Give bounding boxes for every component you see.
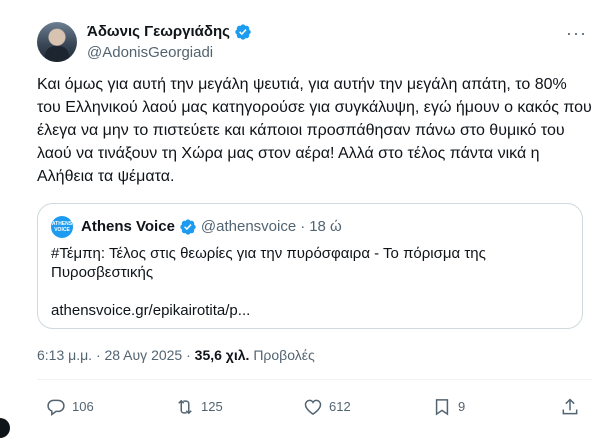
- retweet-button[interactable]: 125: [175, 397, 223, 417]
- like-icon: [304, 399, 322, 415]
- retweet-icon: [178, 399, 192, 415]
- author-handle[interactable]: @AdonisGeorgiadi: [87, 43, 213, 63]
- verified-badge-icon: [235, 24, 251, 40]
- quoted-display-name[interactable]: Athens Voice: [81, 217, 175, 237]
- avatar[interactable]: [37, 22, 77, 62]
- quoted-separator: ·: [300, 218, 306, 235]
- quoted-avatar-text-2: VOICE: [54, 227, 70, 233]
- quoted-timestamp[interactable]: 18 ώ: [309, 217, 342, 237]
- retweet-count: 125: [201, 399, 223, 414]
- corner-artifact: [0, 418, 10, 438]
- quoted-header: Athens Voice @athensvoice · 18 ώ: [81, 217, 342, 237]
- bookmark-button[interactable]: 9: [432, 397, 465, 417]
- reply-icon: [47, 399, 65, 416]
- quoted-handle[interactable]: @athensvoice: [201, 217, 296, 237]
- more-icon[interactable]: ···: [566, 24, 587, 42]
- divider: [37, 379, 592, 380]
- quoted-avatar[interactable]: ATHENS VOICE: [51, 216, 73, 238]
- author-name-row: Άδωνις Γεωργιάδης: [87, 22, 252, 42]
- quoted-tweet[interactable]: ATHENS VOICE Athens Voice @athensvoice ·…: [37, 203, 583, 329]
- tweet: Άδωνις Γεωργιάδης @AdonisGeorgiadi ··· Κ…: [0, 0, 611, 438]
- reply-button[interactable]: 106: [46, 397, 94, 417]
- like-button[interactable]: 612: [303, 397, 351, 417]
- tweet-meta: 6:13 μ.μ. · 28 Αυγ 2025 · 35,6 χιλ. Προβ…: [37, 346, 315, 364]
- views-label: Προβολές: [253, 347, 315, 363]
- views-count: 35,6 χιλ.: [194, 347, 250, 363]
- quoted-text: #Τέμπη: Τέλος στις θεωρίες για την πυρόσ…: [51, 245, 486, 281]
- verified-badge-icon: [180, 219, 196, 235]
- share-icon: [562, 398, 578, 415]
- reply-count: 106: [72, 399, 94, 414]
- like-count: 612: [329, 399, 351, 414]
- bookmark-count: 9: [458, 399, 466, 414]
- author-display-name[interactable]: Άδωνις Γεωργιάδης: [87, 22, 230, 42]
- tweet-timestamp[interactable]: 6:13 μ.μ. · 28 Αυγ 2025 ·: [37, 347, 191, 363]
- tweet-text: Και όμως για αυτή την μεγάλη ψευτιά, για…: [37, 76, 592, 185]
- share-button[interactable]: [560, 397, 580, 417]
- quoted-link[interactable]: athensvoice.gr/epikairotita/p...: [51, 301, 250, 320]
- bookmark-icon: [435, 399, 449, 416]
